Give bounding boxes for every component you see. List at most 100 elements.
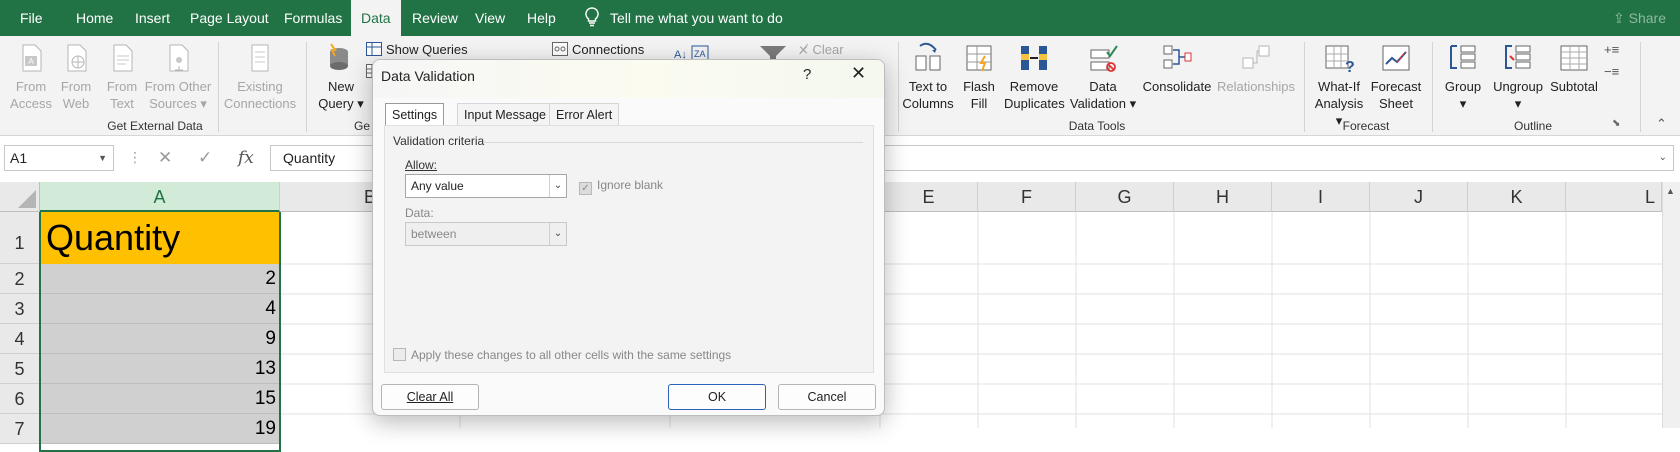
tab-view[interactable]: View [465,0,515,36]
tab-settings[interactable]: Settings [385,103,445,126]
name-box[interactable]: A1 ▼ [4,145,114,171]
vertical-scrollbar[interactable]: ▲ [1662,182,1680,428]
row-header-3[interactable]: 3 [0,294,40,324]
from-other-sources-button[interactable]: From Other Sources ▾ [144,42,212,112]
text-to-columns-button[interactable]: Text to Columns [902,42,954,112]
cell-a3[interactable]: 4 [40,294,280,324]
tab-file[interactable]: File [10,0,53,36]
tab-error-alert[interactable]: Error Alert [549,103,620,125]
dialog-title: Data Validation [381,68,475,84]
svg-text:ZA: ZA [694,49,706,59]
column-header-h[interactable]: H [1174,182,1272,212]
cell-a1[interactable]: Quantity [40,212,280,264]
column-header-a[interactable]: A [40,182,280,212]
connections-button[interactable]: Connections [552,42,644,57]
collapse-ribbon-icon[interactable]: ⌃ [1656,116,1667,132]
show-queries-button[interactable]: Show Queries [366,42,468,57]
dialog-launcher-icon[interactable]: ⬊ [1612,118,1620,129]
apply-all-checkbox[interactable]: Apply these changes to all other cells w… [393,348,731,362]
insert-function-icon[interactable]: fx [238,148,254,168]
enter-icon[interactable]: ✓ [198,148,212,168]
flash-fill-button[interactable]: Flash Fill [958,42,1000,112]
checkbox-checked-icon: ✓ [579,182,592,195]
consolidate-button[interactable]: Consolidate [1140,42,1214,95]
cell-a5[interactable]: 13 [40,354,280,384]
column-header-k[interactable]: K [1468,182,1566,212]
data-validation-icon [1090,45,1118,72]
clear-button[interactable]: ⨯̸ Clear [798,42,844,58]
existing-connections-button[interactable]: Existing Connections [222,42,298,112]
help-button[interactable]: ? [803,66,811,83]
column-header-g[interactable]: G [1076,182,1174,212]
tab-help[interactable]: Help [517,0,566,36]
chevron-down-icon[interactable]: ⌄ [549,223,566,245]
column-header-j[interactable]: J [1370,182,1468,212]
cancel-button[interactable]: Cancel [778,384,876,410]
formula-buttons: ✕ ✓ fx [150,145,265,171]
select-all-corner[interactable] [0,182,40,212]
scroll-up-icon[interactable]: ▲ [1666,186,1675,196]
forecast-sheet-icon [1382,45,1410,71]
row-header-2[interactable]: 2 [0,264,40,294]
cell-a7[interactable]: 19 [40,414,280,444]
data-validation-button[interactable]: Data Validation ▾ [1066,42,1140,112]
hide-detail-icon[interactable]: −≡ [1604,64,1619,79]
consolidate-icon [1163,45,1192,69]
subtotal-button[interactable]: Subtotal [1546,42,1602,95]
column-header-f[interactable]: F [978,182,1076,212]
formula-text: Quantity [283,150,336,166]
relationships-icon [1242,45,1270,69]
tab-data[interactable]: Data [351,0,401,36]
tell-me-text: Tell me what you want to do [610,10,783,26]
tab-input-message[interactable]: Input Message [457,103,553,125]
new-query-button[interactable]: New Query ▾ [318,42,364,112]
relationships-button[interactable]: Relationships [1216,42,1296,95]
allow-label: Allow: [405,158,438,172]
row-header-6[interactable]: 6 [0,384,40,414]
from-web-button[interactable]: From Web [56,42,96,112]
column-header-e[interactable]: E [880,182,978,212]
close-icon[interactable]: ✕ [851,63,866,84]
group-button[interactable]: Group ▾ [1438,42,1488,112]
tab-insert[interactable]: Insert [125,0,180,36]
row-header-5[interactable]: 5 [0,354,40,384]
expand-formula-icon[interactable]: ⌄ [1659,146,1667,170]
subtotal-icon [1560,45,1588,71]
allow-select[interactable]: Any value ⌄ [405,174,567,198]
ignore-blank-checkbox[interactable]: ✓ Ignore blank [579,178,663,195]
group-forecast: Forecast [1342,119,1390,133]
share-button[interactable]: ⇪ Share [1613,0,1666,36]
cell-a6[interactable]: 15 [40,384,280,414]
tab-formulas[interactable]: Formulas [274,0,352,36]
cell-a4[interactable]: 9 [40,324,280,354]
what-if-analysis-button[interactable]: ? What-If Analysis ▾ [1310,42,1368,129]
connections-icon [552,42,568,56]
title-tab-bar: File Home Insert Page Layout Formulas Da… [0,0,1680,36]
row-header-4[interactable]: 4 [0,324,40,354]
from-access-button[interactable]: A From Access [10,42,52,112]
forecast-sheet-button[interactable]: Forecast Sheet [1368,42,1424,112]
drag-handle-icon[interactable]: ⋮ [128,149,142,166]
show-detail-icon[interactable]: +≡ [1604,42,1619,57]
validation-criteria-label: Validation criteria [393,134,485,148]
ok-button[interactable]: OK [668,384,766,410]
clear-all-button[interactable]: Clear All [381,384,479,410]
tab-page-layout[interactable]: Page Layout [180,0,279,36]
column-header-l[interactable]: L [1566,182,1662,212]
chevron-down-icon[interactable]: ▼ [98,146,107,170]
remove-duplicates-button[interactable]: Remove Duplicates [1004,42,1065,112]
clear-filter-icon: ⨯̸ [798,42,809,57]
from-text-button[interactable]: From Text [102,42,142,112]
cancel-icon[interactable]: ✕ [158,148,172,168]
row-header-7[interactable]: 7 [0,414,40,444]
chevron-down-icon[interactable]: ⌄ [549,175,566,197]
cell-a2[interactable]: 2 [40,264,280,294]
data-select[interactable]: between ⌄ [405,222,567,246]
tab-home[interactable]: Home [66,0,123,36]
column-header-i[interactable]: I [1272,182,1370,212]
row-header-1[interactable]: 1 [0,212,40,264]
tab-review[interactable]: Review [402,0,468,36]
ungroup-button[interactable]: Ungroup ▾ [1490,42,1546,112]
tell-me-box[interactable]: Tell me what you want to do [584,0,783,36]
access-file-icon: A [22,44,42,72]
